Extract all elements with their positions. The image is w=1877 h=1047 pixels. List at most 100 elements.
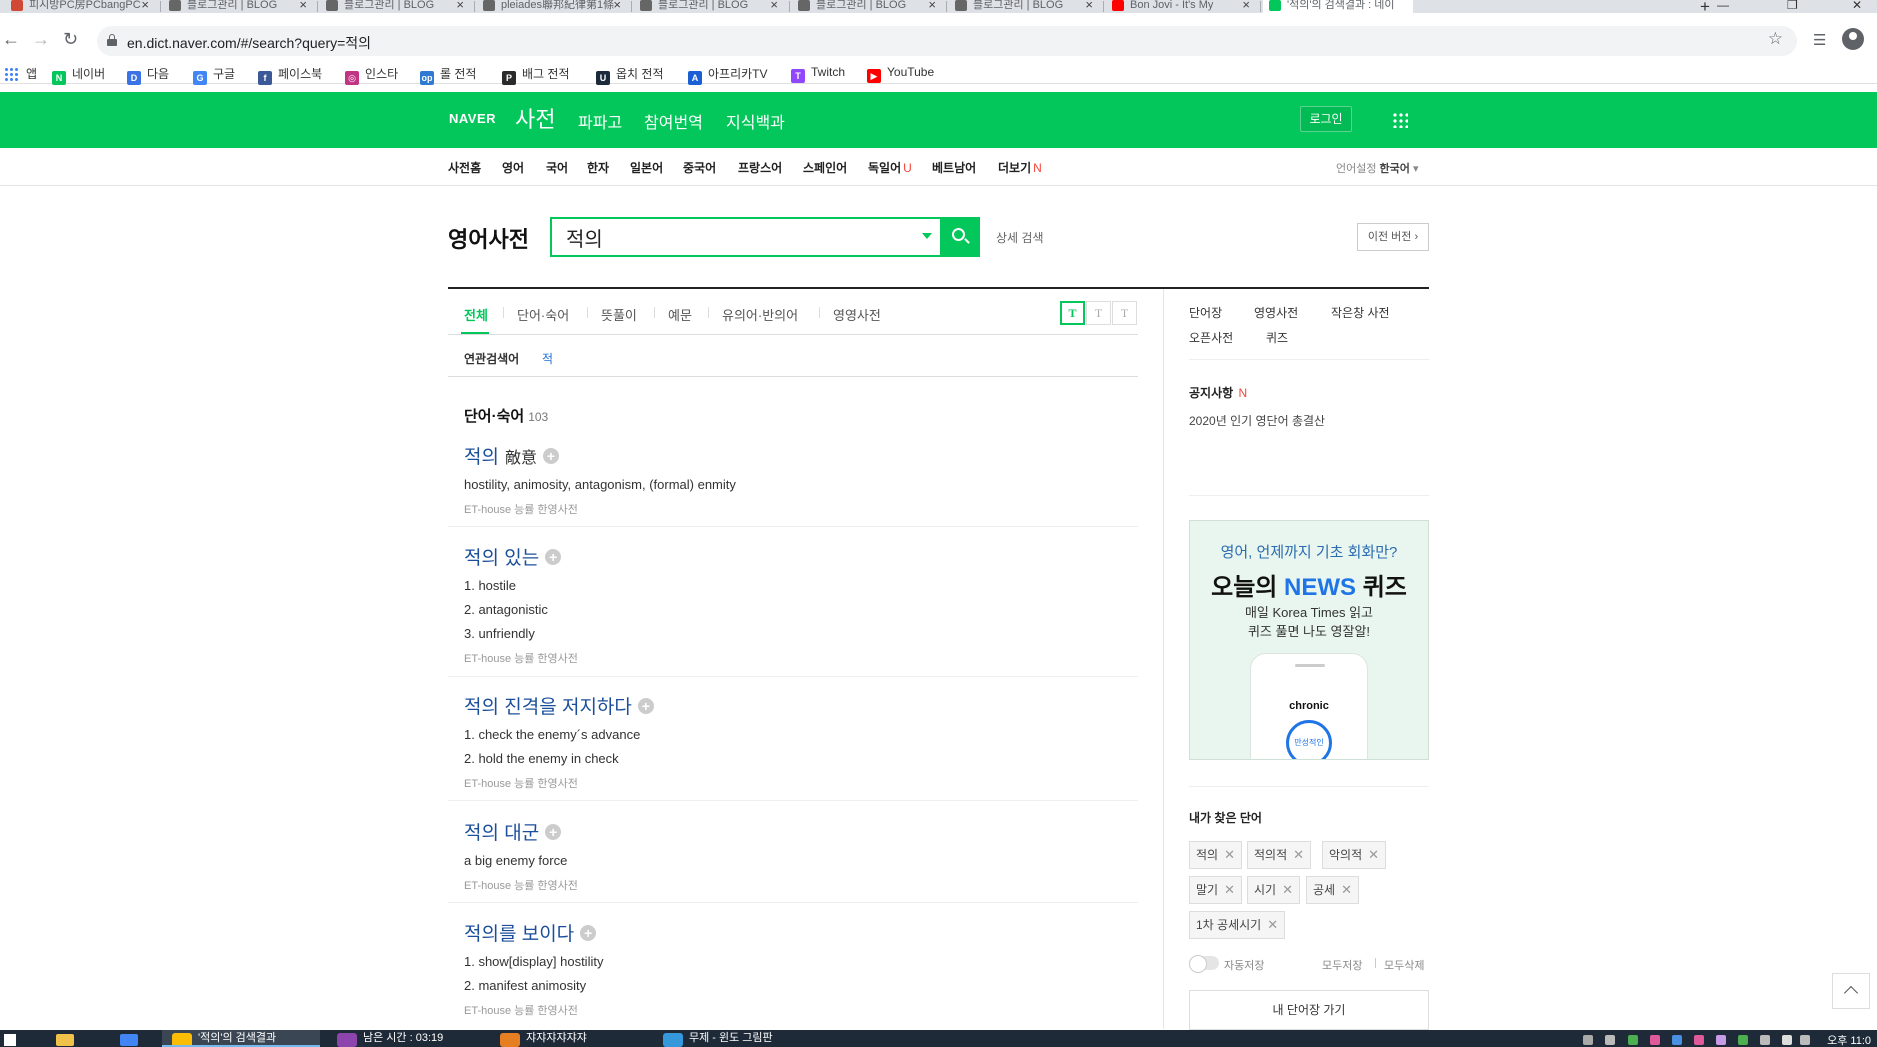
remove-word-icon[interactable]: ✕	[1224, 882, 1235, 897]
top-link-community-translation[interactable]: 참여번역	[644, 109, 703, 133]
window-close-icon[interactable]: ✕	[1852, 0, 1862, 12]
entry-term[interactable]: 적의 진격을 저지하다	[464, 697, 632, 718]
system-tray-icon[interactable]	[1672, 1035, 1682, 1045]
windows-start-icon[interactable]	[4, 1034, 16, 1046]
font-size-button[interactable]: T	[1086, 301, 1111, 325]
subnav-item[interactable]: 더보기 N	[998, 159, 1042, 176]
remove-word-icon[interactable]: ✕	[1267, 917, 1278, 932]
back-arrow-icon[interactable]: ←	[2, 29, 20, 50]
remove-word-icon[interactable]: ✕	[1224, 847, 1235, 862]
bookmark-instagram[interactable]: ◎ 인스타	[345, 65, 398, 85]
subnav-item[interactable]: 독일어 U	[868, 159, 912, 176]
save-all-button[interactable]: 모두저장	[1322, 957, 1362, 973]
system-tray-icon[interactable]	[1738, 1035, 1748, 1045]
subnav-item[interactable]: 국어	[546, 159, 568, 176]
recent-word-chip[interactable]: 1차 공세시기 ✕	[1189, 911, 1286, 939]
entry-source[interactable]: ET-house 능률 한영사전	[464, 877, 1138, 893]
sidebar-link-wordbook[interactable]: 단어장	[1189, 304, 1222, 321]
system-tray-icon[interactable]	[1760, 1035, 1770, 1045]
taskbar-item[interactable]: 무제 - 윈도 그림판	[653, 1030, 800, 1047]
tab-close-icon[interactable]: ×	[613, 0, 621, 11]
system-tray-icon[interactable]	[1694, 1035, 1704, 1045]
recent-word-chip[interactable]: 말기 ✕	[1189, 876, 1242, 904]
entry-source[interactable]: ET-house 능률 한영사전	[464, 650, 1138, 666]
subnav-item[interactable]: 스페인어	[803, 159, 847, 176]
system-tray-icon[interactable]	[1628, 1035, 1638, 1045]
entry-term[interactable]: 적의 대군	[464, 823, 539, 844]
sidebar-link-english-english[interactable]: 영영사전	[1254, 304, 1298, 321]
delete-all-button[interactable]: 모두삭제	[1384, 957, 1424, 973]
remove-word-icon[interactable]: ✕	[1293, 847, 1304, 862]
bookmark-naver[interactable]: N 네이버	[52, 65, 105, 85]
result-tab[interactable]: 예문	[668, 305, 692, 324]
entry-term[interactable]: 적의를 보이다	[464, 924, 574, 945]
tab-close-icon[interactable]: ×	[299, 0, 307, 11]
tab-close-icon[interactable]: ×	[1085, 0, 1093, 11]
subnav-item[interactable]: 영어	[502, 159, 524, 176]
tab-close-icon[interactable]: ×	[770, 0, 778, 11]
browser-tab[interactable]: Bon Jovi - It's My ×	[1106, 0, 1256, 13]
system-tray-icon[interactable]	[1650, 1035, 1660, 1045]
bookmark-google[interactable]: G 구글	[193, 65, 235, 85]
recent-word-chip[interactable]: 악의적 ✕	[1322, 841, 1387, 869]
taskbar-item[interactable]: 남은 시간 : 03:19	[327, 1030, 480, 1047]
search-input[interactable]	[566, 223, 906, 251]
add-to-wordbook-icon[interactable]: +	[542, 448, 559, 464]
entry-source[interactable]: ET-house 능률 한영사전	[464, 775, 1138, 791]
browser-tab[interactable]: pleiades聯邦紀律第1條 ×	[477, 0, 627, 13]
browser-tab[interactable]: '적의'의 검색결과 : 네이	[1263, 0, 1413, 13]
remove-word-icon[interactable]: ✕	[1368, 847, 1379, 862]
taskbar-item[interactable]: 쟈쟈쟈쟈쟈쟈	[490, 1030, 643, 1047]
browser-tab[interactable]: 블로그관리 | BLOG ×	[320, 0, 470, 13]
browser-tab[interactable]: 블로그관리 | BLOG ×	[949, 0, 1099, 13]
remove-word-icon[interactable]: ✕	[1282, 882, 1293, 897]
bookmark-facebook[interactable]: f 페이스북	[258, 65, 322, 85]
browser-tab[interactable]: 블로그관리 | BLOG ×	[163, 0, 313, 13]
bookmark-afreeca[interactable]: A 아프리카TV	[688, 65, 768, 85]
bookmark-youtube[interactable]: ▶ YouTube	[867, 65, 934, 83]
chrome-icon[interactable]	[120, 1034, 138, 1046]
subnav-item[interactable]: 프랑스어	[738, 159, 782, 176]
naver-logo[interactable]: NAVER	[449, 111, 496, 126]
add-to-wordbook-icon[interactable]: +	[637, 698, 654, 714]
url-text[interactable]: en.dict.naver.com/#/search?query=적의	[127, 33, 371, 53]
go-to-wordbook-button[interactable]: 내 단어장 가기	[1189, 990, 1429, 1030]
search-box[interactable]	[550, 217, 980, 257]
bookmark-overwatch[interactable]: U 옵치 전적	[596, 65, 664, 85]
previous-version-button[interactable]: 이전 버전 ›	[1357, 223, 1429, 251]
system-clock[interactable]: 오후 11:0	[1827, 1032, 1871, 1047]
result-tab[interactable]: 전체	[464, 305, 488, 324]
tab-close-icon[interactable]: ×	[928, 0, 936, 11]
sidebar-link-quiz[interactable]: 퀴즈	[1266, 329, 1288, 346]
system-tray-icon[interactable]	[1782, 1035, 1792, 1045]
entry-headword[interactable]: 적의를 보이다 +	[464, 919, 1138, 946]
entry-source[interactable]: ET-house 능률 한영사전	[464, 501, 1138, 517]
entry-headword[interactable]: 적의 있는 +	[464, 543, 1138, 570]
recent-word-chip[interactable]: 공세 ✕	[1306, 876, 1359, 904]
dictionary-title[interactable]: 사전	[515, 102, 555, 134]
add-to-wordbook-icon[interactable]: +	[580, 925, 597, 941]
entry-headword[interactable]: 적의 진격을 저지하다 +	[464, 692, 1138, 719]
font-size-button[interactable]: T	[1060, 301, 1085, 325]
profile-avatar-icon[interactable]	[1842, 28, 1864, 50]
system-tray-icon[interactable]	[1800, 1035, 1810, 1045]
auto-save-toggle[interactable]	[1189, 955, 1219, 973]
file-explorer-icon[interactable]	[56, 1034, 74, 1046]
bookmark-pubg[interactable]: P 배그 전적	[502, 65, 570, 85]
entry-headword[interactable]: 적의 敵意 +	[464, 442, 1138, 469]
reload-icon[interactable]: ↻	[63, 29, 78, 50]
autocomplete-caret-icon[interactable]	[922, 233, 932, 239]
add-to-wordbook-icon[interactable]: +	[545, 549, 562, 565]
bookmark-opgg[interactable]: op 롤 전적	[420, 65, 476, 85]
login-button[interactable]: 로그인	[1300, 106, 1352, 132]
subnav-item[interactable]: 한자	[587, 159, 609, 176]
recent-word-chip[interactable]: 시기 ✕	[1247, 876, 1300, 904]
forward-arrow-icon[interactable]: →	[32, 29, 50, 50]
browser-tab[interactable]: 블로그관리 | BLOG ×	[792, 0, 942, 13]
related-search-term[interactable]: 적	[542, 350, 553, 367]
entry-term[interactable]: 적의 있는	[464, 548, 539, 569]
add-to-wordbook-icon[interactable]: +	[545, 824, 562, 840]
subnav-item[interactable]: 중국어	[683, 159, 716, 176]
tab-close-icon[interactable]: ×	[141, 0, 149, 11]
bookmark-star-icon[interactable]: ☆	[1768, 29, 1783, 49]
